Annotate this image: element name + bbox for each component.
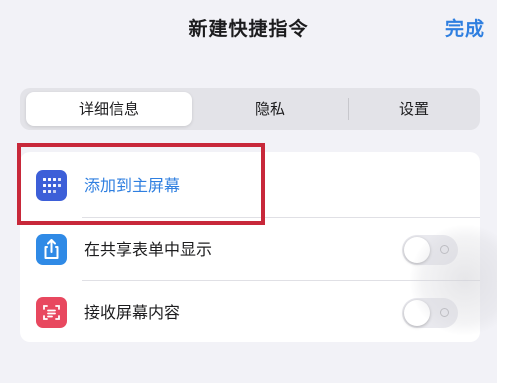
- screen-capture-icon: [36, 297, 67, 328]
- right-margin: [497, 0, 515, 383]
- receive-screen-toggle[interactable]: [402, 298, 458, 328]
- tab-settings[interactable]: 设置: [348, 88, 480, 130]
- toggle-off-indicator: [440, 245, 449, 254]
- show-in-share-sheet-row: 在共享表单中显示: [20, 218, 480, 281]
- segmented-control: 详细信息 隐私 设置: [20, 88, 480, 130]
- page-title: 新建快捷指令: [188, 18, 309, 40]
- shortcut-editor-screen: 新建快捷指令 完成 详细信息 隐私 设置 添加到主屏幕 在共享表单中显示 接收屏…: [0, 0, 515, 383]
- tab-details[interactable]: 详细信息: [26, 92, 192, 126]
- toggle-knob: [404, 300, 430, 326]
- tab-privacy[interactable]: 隐私: [192, 88, 348, 130]
- share-sheet-toggle[interactable]: [402, 235, 458, 265]
- show-in-share-sheet-label: 在共享表单中显示: [84, 240, 213, 259]
- receive-screen-content-label: 接收屏幕内容: [84, 303, 181, 322]
- toggle-knob: [404, 237, 430, 263]
- receive-screen-content-row: 接收屏幕内容: [20, 281, 480, 342]
- highlight-box: [17, 143, 265, 225]
- share-icon: [36, 234, 67, 265]
- toggle-off-indicator: [440, 308, 449, 317]
- done-button[interactable]: 完成: [445, 14, 485, 41]
